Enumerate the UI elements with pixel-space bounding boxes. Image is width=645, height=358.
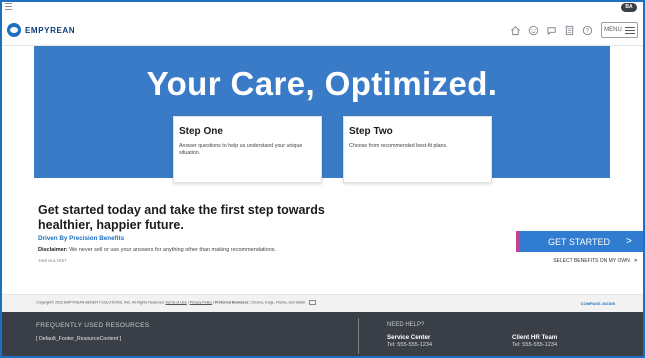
home-icon[interactable] bbox=[509, 24, 521, 36]
disclaimer: Disclaimer: We never sell or use your an… bbox=[38, 247, 276, 253]
chat-icon[interactable] bbox=[545, 24, 557, 36]
disclaimer-text: We never sell or use your answers for an… bbox=[69, 247, 277, 253]
hero-title: Your Care, Optimized. bbox=[146, 65, 498, 102]
service-center-label: Service Center bbox=[387, 334, 431, 341]
accessibility-icon[interactable] bbox=[309, 300, 317, 305]
step-two-title: Step Two bbox=[349, 126, 393, 137]
intro-block: Get started today and take the first ste… bbox=[38, 203, 368, 233]
header-icons: ? bbox=[509, 24, 593, 36]
step-two-card: Step Two Choose from recommended best-fi… bbox=[343, 116, 492, 183]
menu-button[interactable]: MENU bbox=[601, 22, 638, 38]
service-center-phone[interactable]: Tel: 555-555-1234 bbox=[387, 342, 432, 348]
select-own-label: SELECT BENEFITS ON MY OWN bbox=[553, 258, 630, 264]
document-icon[interactable] bbox=[563, 24, 575, 36]
driven-by-text: Driven By Precision Benefits bbox=[38, 235, 125, 242]
copyright-bar: Copyright© 2023 EMPYREAN BENEFIT SOLUTIO… bbox=[2, 294, 643, 312]
resources-heading: FREQUENTLY USED RESOURCES bbox=[36, 322, 150, 329]
privacy-link[interactable]: Privacy Policy bbox=[190, 300, 212, 304]
chevron-right-icon: > bbox=[626, 236, 632, 247]
intro-heading: Get started today and take the first ste… bbox=[38, 203, 325, 232]
step-one-card: Step One Answer questions to help us und… bbox=[173, 116, 322, 183]
select-own-link[interactable]: SELECT BENEFITS ON MY OWN > bbox=[553, 258, 637, 264]
client-hr-phone[interactable]: Tel: 555-555-1234 bbox=[512, 342, 557, 348]
step-one-text: Answer questions to help us understand y… bbox=[179, 143, 303, 156]
chevron-right-icon: > bbox=[634, 258, 637, 264]
browsers-label: Preferred Browsers: bbox=[214, 300, 250, 305]
step-two-text: Choose from recommended best-fit plans. bbox=[349, 143, 448, 149]
compass-brandmark: COMPASS 202305 bbox=[580, 301, 615, 306]
browsers-text: Chrome, Edge, Firefox, and Safari bbox=[250, 300, 306, 305]
footer-divider bbox=[358, 318, 359, 354]
logo-icon bbox=[7, 23, 21, 37]
footer: FREQUENTLY USED RESOURCES [ Default_Foot… bbox=[2, 312, 643, 356]
hamburger-icon[interactable] bbox=[5, 3, 12, 10]
step-one-title: Step One bbox=[179, 126, 223, 137]
brand-logo[interactable]: EMPYREAN bbox=[7, 23, 75, 37]
copyright-text: Copyright© 2023 EMPYREAN BENEFIT SOLUTIO… bbox=[36, 300, 165, 305]
menu-label: MENU bbox=[604, 27, 622, 33]
terms-link[interactable]: Terms of Use bbox=[166, 300, 187, 304]
client-hr-label: Client HR Team bbox=[512, 334, 558, 341]
app-frame: BA EMPYREAN ? MENU Your Care, Optimized.… bbox=[2, 2, 643, 356]
get-started-label: GET STARTED bbox=[548, 236, 611, 247]
user-badge[interactable]: BA bbox=[621, 3, 637, 12]
menu-icon bbox=[624, 25, 635, 36]
app-header: EMPYREAN ? MENU bbox=[2, 14, 643, 46]
disclaimer-label: Disclaimer: bbox=[38, 247, 68, 253]
svg-text:?: ? bbox=[585, 28, 589, 34]
test-note: THIS IS A TEST bbox=[38, 258, 67, 263]
resources-content[interactable]: [ Default_Footer_ResourceContent ] bbox=[36, 336, 121, 342]
smiley-icon[interactable] bbox=[527, 24, 539, 36]
top-strip: BA bbox=[2, 2, 643, 14]
get-started-button[interactable]: GET STARTED > bbox=[516, 231, 643, 252]
help-heading: NEED HELP? bbox=[387, 322, 425, 328]
hero-banner: Your Care, Optimized. bbox=[34, 46, 610, 178]
help-icon[interactable]: ? bbox=[581, 24, 593, 36]
brand-name: EMPYREAN bbox=[25, 25, 76, 35]
